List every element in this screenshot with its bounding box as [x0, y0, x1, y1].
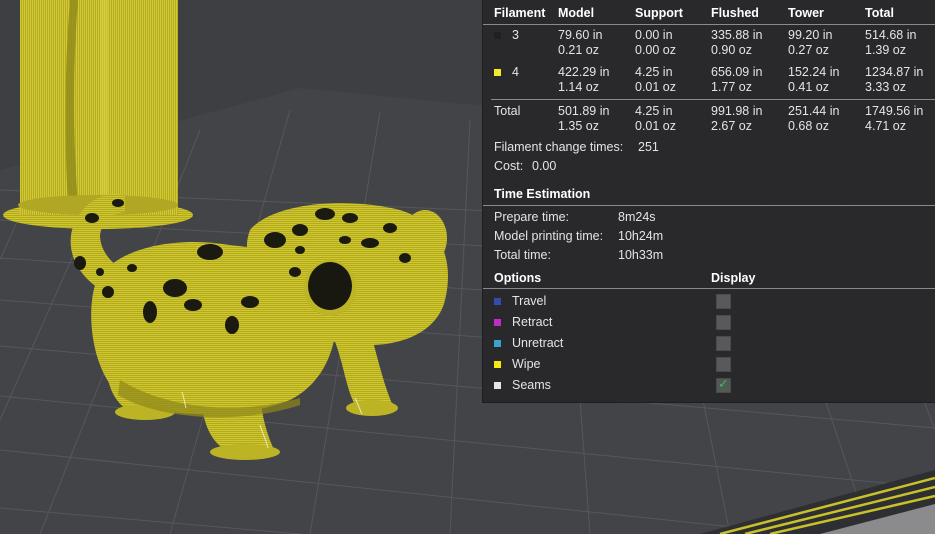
flushed-weight: 2.67 oz	[711, 119, 753, 133]
support-length: 4.25 in	[635, 65, 673, 79]
filament-id: 4	[512, 65, 519, 79]
support-weight: 0.01 oz	[635, 80, 677, 94]
total-divider	[491, 99, 935, 100]
total-row-label: Total	[494, 104, 521, 118]
support-length: 4.25 in	[635, 104, 673, 118]
travel-display-checkbox[interactable]	[716, 294, 731, 309]
option-label: Wipe	[512, 357, 541, 371]
total-length: 1749.56 in	[865, 104, 924, 118]
prepare-time-label: Prepare time:	[494, 210, 570, 224]
model-weight: 0.21 oz	[558, 43, 600, 57]
model-printing-time-label: Model printing time:	[494, 229, 604, 243]
model-length: 422.29 in	[558, 65, 610, 79]
filament-color-swatch	[494, 69, 501, 76]
model-length: 79.60 in	[558, 28, 603, 42]
tower-weight: 0.68 oz	[788, 119, 830, 133]
total-time-value: 10h33m	[618, 248, 664, 262]
filament-change-label: Filament change times:	[494, 140, 624, 154]
cost-label: Cost:	[494, 159, 524, 173]
col-header-support: Support	[635, 6, 683, 20]
tower-length: 251.44 in	[788, 104, 840, 118]
support-length: 0.00 in	[635, 28, 673, 42]
total-time-label: Total time:	[494, 248, 551, 262]
prepare-time-value: 8m24s	[618, 210, 656, 224]
seams-color-swatch	[494, 382, 501, 389]
tower-weight: 0.27 oz	[788, 43, 830, 57]
flushed-length: 991.98 in	[711, 104, 763, 118]
flushed-length: 656.09 in	[711, 65, 763, 79]
option-label: Unretract	[512, 336, 564, 350]
time-estimation-title: Time Estimation	[494, 187, 591, 201]
flushed-weight: 0.90 oz	[711, 43, 753, 57]
col-header-total: Total	[865, 6, 894, 20]
model-length: 501.89 in	[558, 104, 610, 118]
col-header-flushed: Flushed	[711, 6, 759, 20]
filament-change-value: 251	[638, 140, 659, 154]
col-header-model: Model	[558, 6, 595, 20]
retract-display-checkbox[interactable]	[716, 315, 731, 330]
tower-weight: 0.41 oz	[788, 80, 830, 94]
time-divider	[483, 205, 935, 206]
wipe-display-checkbox[interactable]	[716, 357, 731, 372]
unretract-display-checkbox[interactable]	[716, 336, 731, 351]
option-label: Retract	[512, 315, 553, 329]
travel-color-swatch	[494, 298, 501, 305]
support-weight: 0.00 oz	[635, 43, 677, 57]
support-weight: 0.01 oz	[635, 119, 677, 133]
display-title: Display	[711, 271, 756, 285]
tower-length: 152.24 in	[788, 65, 840, 79]
seams-display-checkbox[interactable]: ✓	[716, 377, 731, 393]
filament-color-swatch	[494, 32, 501, 39]
tower-length: 99.20 in	[788, 28, 833, 42]
filament-id: 3	[512, 28, 519, 42]
model-weight: 1.35 oz	[558, 119, 600, 133]
retract-color-swatch	[494, 319, 501, 326]
options-title: Options	[494, 271, 542, 285]
flushed-length: 335.88 in	[711, 28, 763, 42]
col-header-tower: Tower	[788, 6, 824, 20]
total-weight: 3.33 oz	[865, 80, 907, 94]
options-divider	[483, 288, 935, 289]
prime-tower	[3, 0, 193, 229]
total-weight: 1.39 oz	[865, 43, 907, 57]
header-divider	[483, 24, 935, 25]
flushed-weight: 1.77 oz	[711, 80, 753, 94]
wipe-color-swatch	[494, 361, 501, 368]
model-printing-time-value: 10h24m	[618, 229, 664, 243]
slice-statistics-panel: Filament Model Support Flushed Tower Tot…	[482, 0, 935, 403]
total-weight: 4.71 oz	[865, 119, 907, 133]
unretract-color-swatch	[494, 340, 501, 347]
cost-value: 0.00	[532, 159, 557, 173]
total-length: 514.68 in	[865, 28, 917, 42]
model-weight: 1.14 oz	[558, 80, 600, 94]
option-label: Travel	[512, 294, 547, 308]
col-header-filament: Filament	[494, 6, 546, 20]
option-label: Seams	[512, 378, 551, 392]
total-length: 1234.87 in	[865, 65, 924, 79]
checkmark-icon: ✓	[718, 377, 729, 392]
